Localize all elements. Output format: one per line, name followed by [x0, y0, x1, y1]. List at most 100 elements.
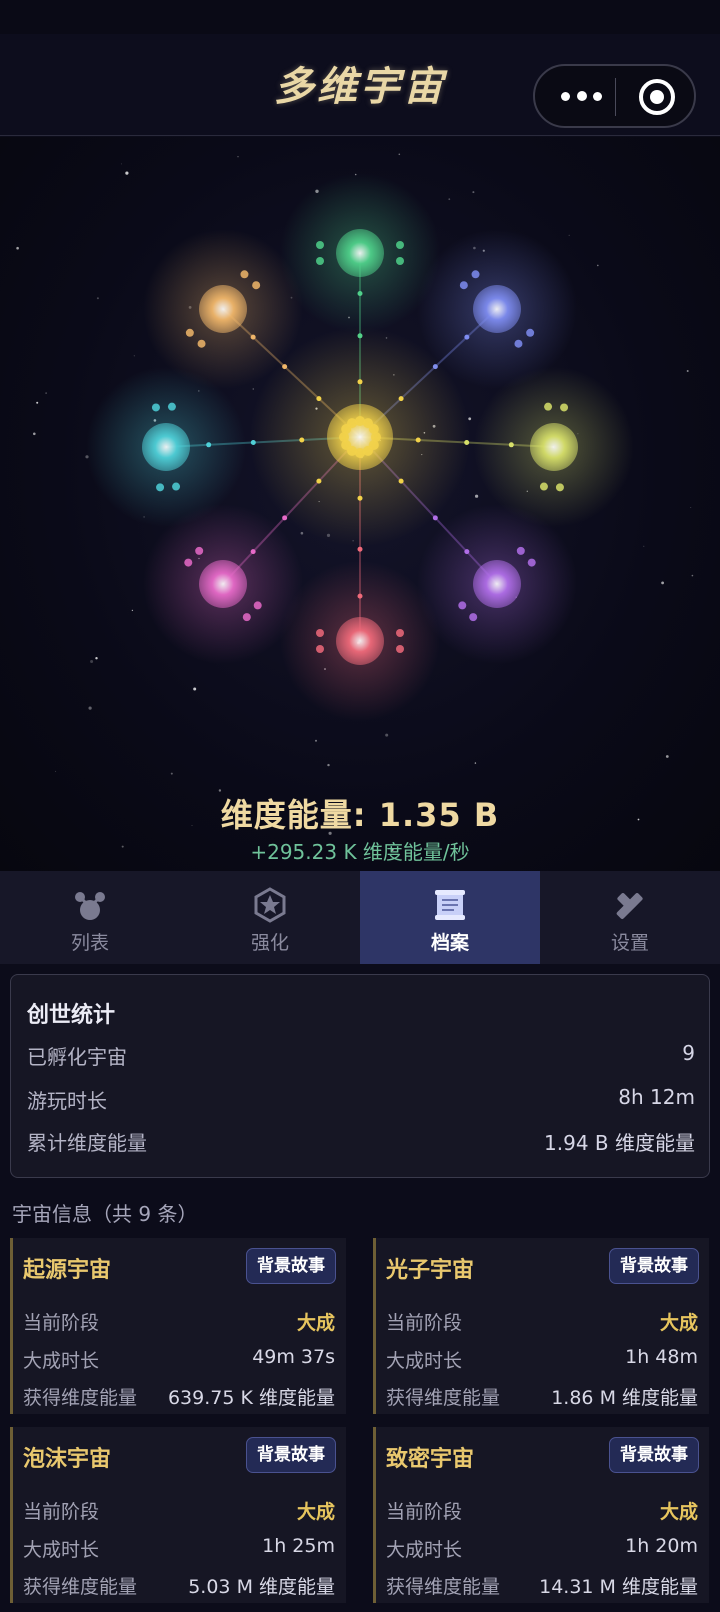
creation-stats-card: 创世统计 已孵化宇宙 9 游玩时长 8h 12m 累计维度能量 1.94 B 维… — [10, 974, 710, 1178]
universe-name: 起源宇宙 — [23, 1258, 112, 1283]
universe-card: 泡沫宇宙 背景故事 当前阶段 大成 大成时长 1h 25m 获得维度能量 5.03 M… — [10, 1427, 346, 1603]
orbit-dot — [172, 482, 181, 491]
stage-row: 当前阶段 大成 — [386, 1497, 698, 1523]
star — [125, 171, 129, 175]
row-value: 49m 37s — [252, 1346, 335, 1368]
row-value: 1h 48m — [625, 1346, 698, 1368]
stat-value: 9 — [682, 1041, 695, 1065]
row-value: 1h 20m — [625, 1535, 698, 1557]
energy-row: 获得维度能量 639.75 K 维度能量 — [23, 1383, 335, 1409]
orbit-dot — [471, 270, 480, 279]
tab-upgrade[interactable]: 强化 — [180, 871, 360, 964]
row-key: 当前阶段 — [23, 1501, 100, 1523]
orbit-dot — [396, 241, 404, 249]
star-badge-icon — [254, 887, 286, 923]
duration-row: 大成时长 49m 37s — [23, 1346, 335, 1372]
orbit-dot — [544, 402, 553, 411]
archive-icon — [435, 890, 465, 920]
app-header: 多维宇宙 — [0, 34, 720, 136]
universe-list-icon — [75, 892, 105, 920]
orbit-dot — [555, 483, 564, 492]
star — [90, 660, 94, 663]
star — [16, 246, 19, 250]
universe-name: 致密宇宙 — [386, 1447, 475, 1472]
backstory-button[interactable]: 背景故事 — [246, 1437, 336, 1473]
tab-settings[interactable]: 设置 — [540, 871, 720, 964]
duration-row: 大成时长 1h 25m — [23, 1535, 335, 1561]
universe-node[interactable] — [336, 617, 384, 665]
row-key: 当前阶段 — [386, 1501, 463, 1523]
universe-node[interactable] — [473, 285, 521, 333]
mini-program-capsule — [533, 64, 696, 128]
orbit-dot — [316, 241, 324, 249]
more-dots-icon[interactable] — [557, 82, 617, 112]
tab-archive[interactable]: 档案 — [360, 871, 540, 964]
star — [36, 401, 39, 404]
tab-upgrade-label: 强化 — [250, 932, 289, 954]
energy-row: 获得维度能量 1.86 M 维度能量 — [386, 1383, 698, 1409]
orbit-dot — [316, 257, 324, 265]
link-bead — [357, 546, 363, 552]
star — [96, 297, 99, 300]
universe-map — [0, 137, 720, 871]
star — [597, 264, 599, 267]
star — [95, 657, 98, 660]
wrench-icon — [616, 893, 643, 920]
orbit-dot — [242, 613, 251, 622]
orbit-dot — [560, 403, 569, 412]
stat-row: 已孵化宇宙 9 — [27, 1041, 695, 1071]
universe-card: 起源宇宙 背景故事 当前阶段 大成 大成时长 49m 37s 获得维度能量 639.7… — [10, 1238, 346, 1414]
tab-list-label: 列表 — [70, 932, 109, 954]
orbit-dot — [459, 281, 468, 290]
row-value: 1h 25m — [262, 1535, 335, 1557]
duration-row: 大成时长 1h 20m — [386, 1535, 698, 1561]
backstory-button[interactable]: 背景故事 — [609, 1248, 699, 1284]
orbit-dot — [151, 403, 160, 412]
universe-graph — [16, 153, 694, 851]
record-circle-icon[interactable] — [639, 79, 675, 115]
star — [327, 763, 330, 767]
star — [300, 531, 304, 535]
star — [643, 545, 645, 547]
stat-label: 累计维度能量 — [27, 1131, 147, 1155]
orbit-dot — [185, 328, 194, 337]
row-key: 大成时长 — [386, 1350, 463, 1372]
star — [398, 153, 401, 156]
energy-total: 维度能量: 1.35 B — [220, 796, 500, 834]
stage-row: 当前阶段 大成 — [23, 1308, 335, 1334]
orbit-dot — [253, 601, 262, 610]
core-universe-node[interactable] — [327, 404, 393, 470]
star — [133, 355, 135, 357]
stats-title: 创世统计 — [27, 1003, 116, 1028]
orbit-dot — [167, 402, 176, 411]
backstory-button[interactable]: 背景故事 — [609, 1437, 699, 1473]
stage-row: 当前阶段 大成 — [386, 1308, 698, 1334]
universe-node[interactable] — [530, 423, 578, 471]
universe-node[interactable] — [199, 285, 247, 333]
universe-node[interactable] — [142, 423, 190, 471]
star — [315, 739, 317, 742]
star — [385, 733, 389, 737]
row-value: 5.03 M 维度能量 — [188, 1576, 335, 1598]
orbit-dot — [184, 558, 193, 567]
universe-node[interactable] — [336, 229, 384, 277]
universe-node[interactable] — [199, 560, 247, 608]
star — [45, 392, 47, 394]
row-value: 大成 — [659, 1501, 698, 1523]
row-value: 大成 — [296, 1501, 335, 1523]
star — [472, 191, 475, 194]
tab-settings-label: 设置 — [610, 932, 649, 954]
backstory-button[interactable]: 背景故事 — [246, 1248, 336, 1284]
star — [474, 762, 477, 764]
row-key: 当前阶段 — [386, 1312, 463, 1334]
universe-node[interactable] — [473, 560, 521, 608]
row-key: 大成时长 — [23, 1539, 100, 1561]
row-key: 大成时长 — [23, 1350, 100, 1372]
stat-label: 游玩时长 — [27, 1089, 107, 1113]
tab-list[interactable]: 列表 — [0, 871, 180, 964]
orbit-dot — [469, 613, 478, 622]
universe-name: 光子宇宙 — [386, 1258, 475, 1283]
tab-bar: 列表 强化 档案 设置 — [0, 871, 720, 964]
row-key: 大成时长 — [386, 1539, 463, 1561]
row-key: 获得维度能量 — [386, 1387, 501, 1409]
